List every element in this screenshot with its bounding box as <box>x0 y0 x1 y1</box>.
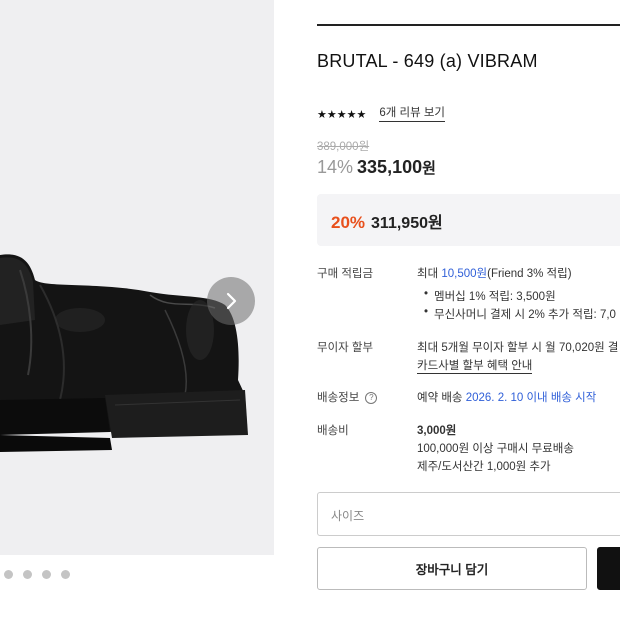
points-suffix: (Friend 3% 적립) <box>487 268 572 280</box>
points-label: 구매 적립금 <box>317 268 374 280</box>
buy-now-button[interactable] <box>597 547 620 590</box>
original-price: 389,000원 <box>317 141 370 153</box>
product-title: BRUTAL - 649 (a) VIBRAM <box>317 51 538 71</box>
shipping-value: 예약 배송 2026. 2. 10 이내 배송 시작 <box>417 389 596 405</box>
shipping-date: 2026. 2. 10 이내 배송 시작 <box>465 392 597 404</box>
points-value: 최대 10,500원(Friend 3% 적립) <box>417 265 572 281</box>
gallery-dot[interactable] <box>42 570 51 579</box>
sale-currency: 원 <box>422 160 436 177</box>
promo-price: 311,950원 <box>371 215 443 232</box>
add-to-cart-button[interactable]: 장바구니 담기 <box>317 547 587 590</box>
sale-price-row: 14% 335,100 원 <box>317 157 436 178</box>
rating-stars-icon: ★★★★★ <box>317 108 367 121</box>
size-placeholder: 사이즈 <box>331 509 365 523</box>
fee-amount: 3,000원 <box>417 425 457 437</box>
shipping-prefix: 예약 배송 <box>417 392 466 404</box>
rating-row: ★★★★★ 6개 리뷰 보기 <box>317 106 445 122</box>
product-image <box>0 254 248 452</box>
review-link[interactable]: 6개 리뷰 보기 <box>379 106 445 122</box>
discount-rate: 14% <box>317 157 354 177</box>
promo-rate: 20% <box>331 213 366 232</box>
fee-island: 제주/도서산간 1,000원 추가 <box>417 461 551 473</box>
product-gallery <box>0 0 274 555</box>
points-prefix: 최대 <box>417 268 442 280</box>
installment-label: 무이자 할부 <box>317 342 374 354</box>
gallery-dot[interactable] <box>4 570 13 579</box>
installment-text: 최대 5개월 무이자 할부 시 월 70,020원 결 <box>417 342 619 354</box>
gallery-pagination <box>4 570 70 579</box>
gallery-dot[interactable] <box>61 570 70 579</box>
shipping-label: 배송정보 <box>317 392 360 404</box>
gallery-dot[interactable] <box>23 570 32 579</box>
points-bullet-money: 무신사머니 결제 시 2% 추가 적립: 7,0 <box>424 306 616 322</box>
fee-label: 배송비 <box>317 425 349 437</box>
help-icon[interactable]: ? <box>365 391 378 404</box>
gallery-next-button[interactable] <box>207 277 255 325</box>
installment-link[interactable]: 카드사별 할부 혜택 안내 <box>417 357 533 374</box>
size-select[interactable]: 사이즈 <box>317 492 620 536</box>
fee-free-threshold: 100,000원 이상 구매시 무료배송 <box>417 443 574 455</box>
divider <box>317 24 620 26</box>
promo-price-box: 20% 311,950원 <box>317 194 620 246</box>
shipping-label-row: 배송정보? <box>317 389 378 405</box>
points-amount: 10,500원 <box>441 268 488 280</box>
sale-price: 335,100 <box>357 157 423 177</box>
chevron-right-icon <box>226 292 237 310</box>
points-bullet-membership: 멤버십 1% 적립: 3,500원 <box>424 288 556 304</box>
